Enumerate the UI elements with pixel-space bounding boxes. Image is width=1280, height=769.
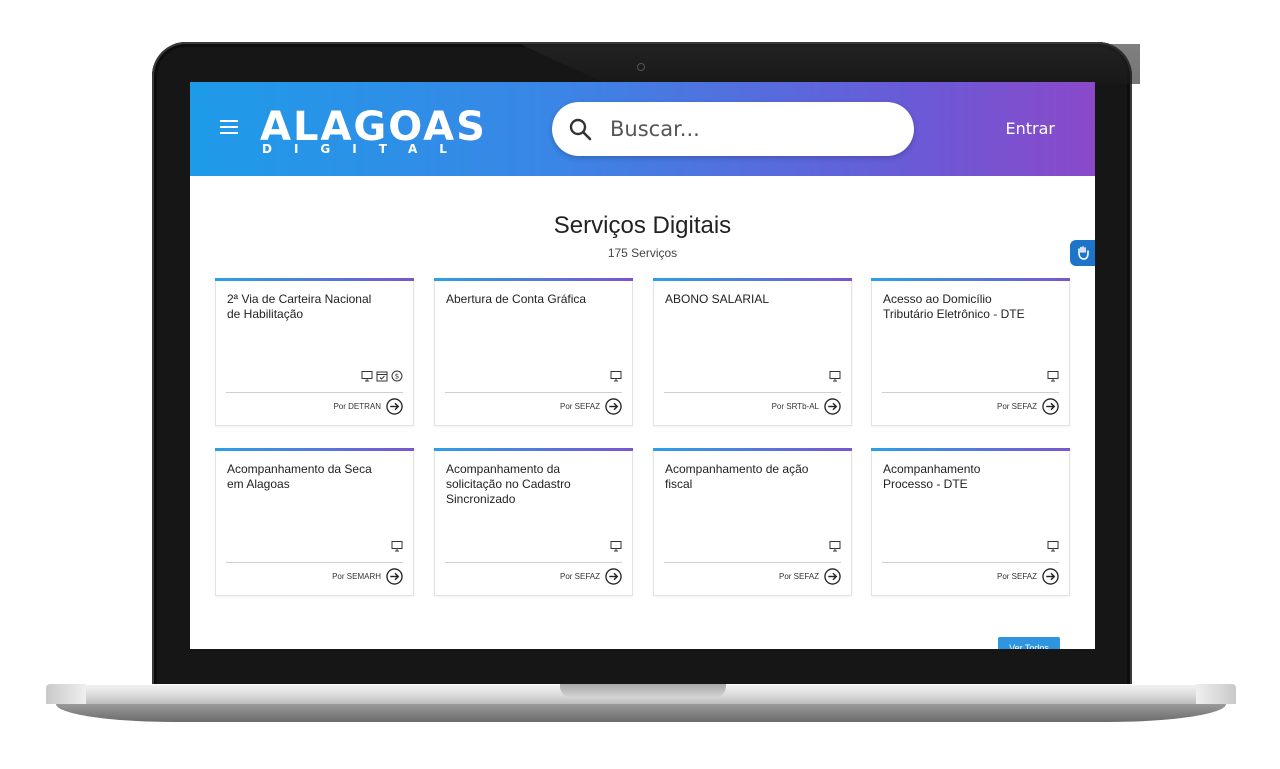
service-title[interactable]: Acesso ao Domicílio Tributário Eletrônic… <box>883 292 1033 322</box>
service-title[interactable]: Acompanhamento Processo - DTE <box>883 462 1033 492</box>
service-card[interactable]: Acompanhamento Processo - DTE Por SEFAZ <box>871 448 1070 596</box>
service-org: Por SEFAZ <box>559 572 600 581</box>
service-channels <box>829 540 841 552</box>
dollar-icon: $ <box>391 370 403 382</box>
monitor-icon <box>391 541 403 552</box>
arrow-right-circle-icon[interactable] <box>386 398 403 415</box>
service-card[interactable]: Acompanhamento de ação fiscal Por SEFAZ <box>653 448 852 596</box>
service-title[interactable]: ABONO SALARIAL <box>665 292 815 307</box>
service-org: Por SEFAZ <box>996 572 1037 581</box>
service-org: Por SEMARH <box>332 572 381 581</box>
accessibility-hand-icon[interactable] <box>1070 240 1095 266</box>
monitor-icon <box>610 371 622 382</box>
arrow-right-circle-icon[interactable] <box>386 568 403 585</box>
laptop-notch <box>560 684 726 698</box>
service-card[interactable]: Acesso ao Domicílio Tributário Eletrônic… <box>871 278 1070 426</box>
card-divider <box>226 392 403 393</box>
service-org: Por DETRAN <box>333 402 381 411</box>
service-card[interactable]: Acompanhamento da solicitação no Cadastr… <box>434 448 633 596</box>
service-title[interactable]: 2ª Via de Carteira Nacional de Habilitaç… <box>227 292 377 322</box>
search-input[interactable] <box>610 116 890 142</box>
logo-subtitle: DIGITAL <box>262 142 469 156</box>
service-channels <box>1047 370 1059 382</box>
arrow-right-circle-icon[interactable] <box>824 568 841 585</box>
monitor-icon <box>829 371 841 382</box>
card-divider <box>664 392 841 393</box>
service-channels <box>391 540 403 552</box>
service-card[interactable]: ABONO SALARIAL Por SRTb-AL <box>653 278 852 426</box>
service-channels <box>610 540 622 552</box>
service-card[interactable]: Abertura de Conta Gráfica Por SEFAZ <box>434 278 633 426</box>
webcam-icon <box>637 63 645 71</box>
see-all-button[interactable]: Ver Todos <box>998 637 1060 649</box>
service-title[interactable]: Acompanhamento da Seca em Alagoas <box>227 462 377 492</box>
laptop-base-right <box>1196 684 1236 704</box>
service-org: Por SEFAZ <box>778 572 819 581</box>
card-divider <box>445 392 622 393</box>
service-title[interactable]: Acompanhamento de ação fiscal <box>665 462 815 492</box>
site-header: ALAGOAS DIGITAL Entrar <box>190 82 1095 176</box>
monitor-icon <box>1047 541 1059 552</box>
laptop-base-bottom <box>56 704 1226 722</box>
card-divider <box>664 562 841 563</box>
laptop-base-left <box>46 684 86 704</box>
service-channels <box>1047 540 1059 552</box>
service-card[interactable]: 2ª Via de Carteira Nacional de Habilitaç… <box>215 278 414 426</box>
screen-glare <box>520 44 1140 84</box>
screen: ALAGOAS DIGITAL Entrar Serviços Digitais… <box>190 82 1095 649</box>
service-card[interactable]: Acompanhamento da Seca em Alagoas Por SE… <box>215 448 414 596</box>
monitor-icon <box>829 541 841 552</box>
calendar-icon <box>376 371 388 382</box>
service-channels <box>829 370 841 382</box>
card-divider <box>882 562 1059 563</box>
arrow-right-circle-icon[interactable] <box>605 568 622 585</box>
search-bar[interactable] <box>552 102 914 156</box>
card-divider <box>445 562 622 563</box>
service-channels <box>610 370 622 382</box>
service-org: Por SEFAZ <box>996 402 1037 411</box>
card-divider <box>882 392 1059 393</box>
arrow-right-circle-icon[interactable] <box>1042 398 1059 415</box>
login-link[interactable]: Entrar <box>1006 119 1055 138</box>
service-title[interactable]: Acompanhamento da solicitação no Cadastr… <box>446 462 596 507</box>
search-icon[interactable] <box>568 117 592 141</box>
svg-text:$: $ <box>395 373 399 381</box>
card-divider <box>226 562 403 563</box>
service-title[interactable]: Abertura de Conta Gráfica <box>446 292 596 307</box>
monitor-icon <box>361 371 373 382</box>
service-org: Por SEFAZ <box>559 402 600 411</box>
service-channels: $ <box>361 370 403 382</box>
arrow-right-circle-icon[interactable] <box>1042 568 1059 585</box>
monitor-icon <box>610 541 622 552</box>
arrow-right-circle-icon[interactable] <box>605 398 622 415</box>
hamburger-menu-icon[interactable] <box>220 120 238 134</box>
services-count: 175 Serviços <box>607 246 678 260</box>
monitor-icon <box>1047 371 1059 382</box>
page-title: Serviços Digitais <box>553 212 732 239</box>
service-org: Por SRTb-AL <box>771 402 819 411</box>
arrow-right-circle-icon[interactable] <box>824 398 841 415</box>
